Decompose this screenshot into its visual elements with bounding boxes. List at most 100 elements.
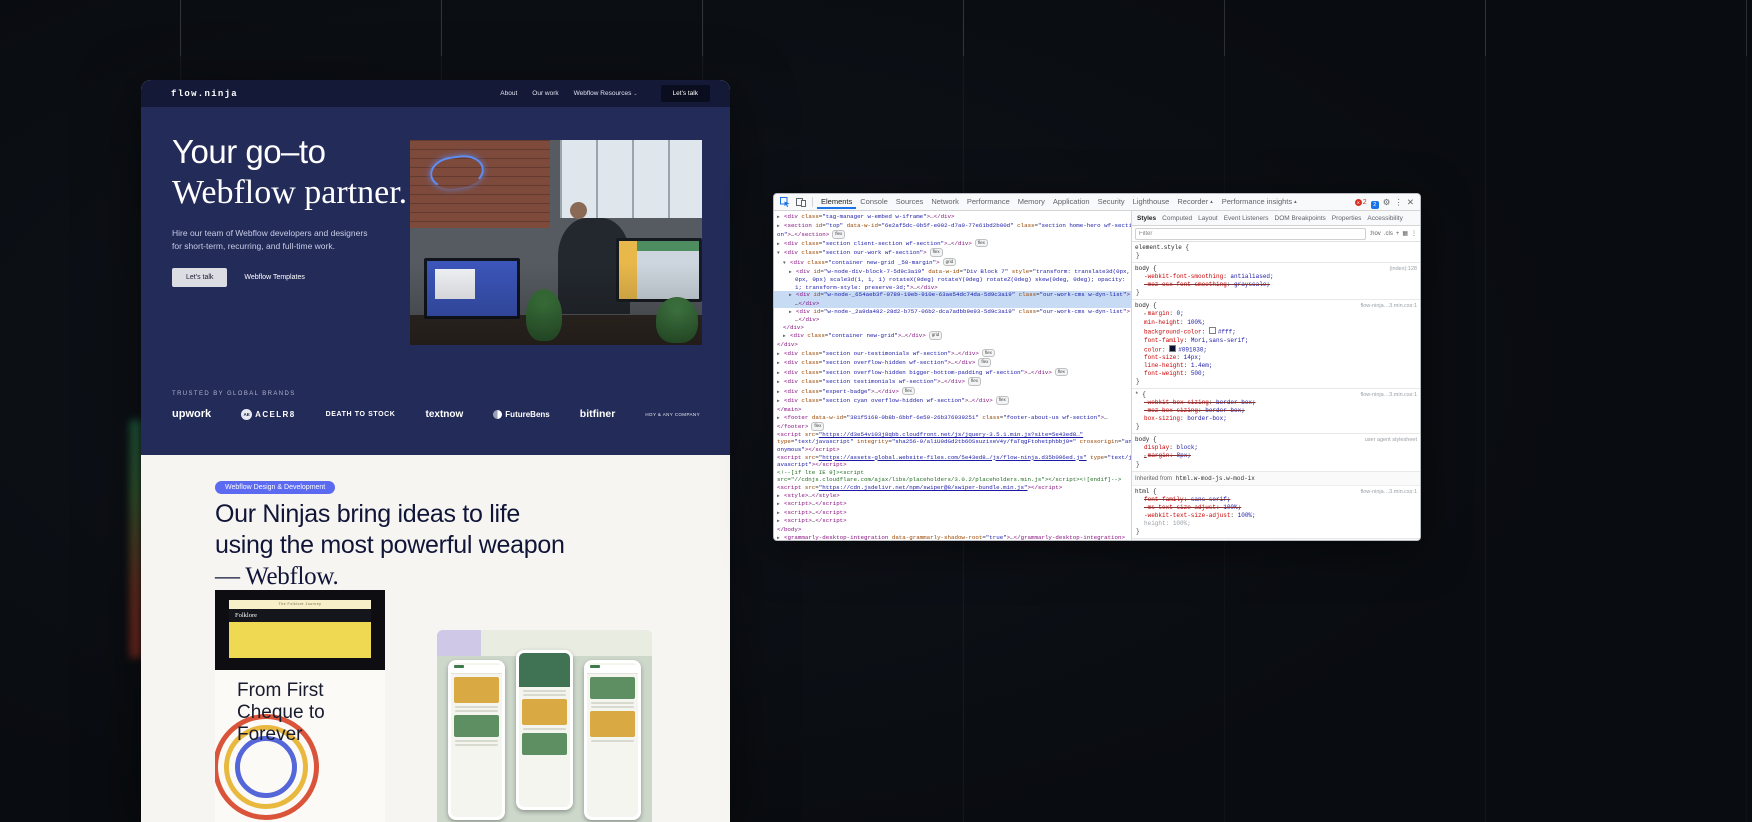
cls-toggle[interactable]: .cls <box>1384 231 1393 237</box>
dom-tree-row[interactable]: …</div> <box>774 299 1131 308</box>
color-swatch[interactable] <box>1169 344 1177 352</box>
layout-badge[interactable]: flex <box>995 396 1009 405</box>
css-source-link[interactable]: flow-ninja…3.min.css:1 <box>1360 391 1417 399</box>
nav-lets-talk-button[interactable]: Let's talk <box>660 85 710 102</box>
dom-tree-row[interactable]: 1; transform-style: preserve-3d;">…</div… <box>774 284 1131 292</box>
tab-console[interactable]: Console <box>856 195 892 209</box>
resource-link[interactable]: "https://d3e54v103j8qbb.cloudfront.net/j… <box>819 431 1083 438</box>
device-toolbar-icon[interactable] <box>794 195 808 209</box>
dom-tree-row[interactable]: ▶ <div class="section client-section wf-s… <box>774 238 1131 249</box>
expand-arrow-icon[interactable]: ▶ <box>777 370 784 378</box>
expand-arrow-icon[interactable]: ▶ <box>777 493 784 501</box>
resource-link[interactable]: "https://assets-global.website-files.com… <box>819 454 1087 461</box>
nav-our-work[interactable]: Our work <box>532 90 558 97</box>
expand-arrow-icon[interactable]: ▼ <box>783 260 790 268</box>
dom-tree-row[interactable]: </div> <box>774 324 1131 332</box>
css-property[interactable]: color: #091030; <box>1135 344 1417 355</box>
shorthand-arrow-icon[interactable]: ▸ <box>1144 454 1147 459</box>
nav-about[interactable]: About <box>500 90 517 97</box>
dom-tree-row[interactable]: ▶ <div class="section our-testimonials wf… <box>774 348 1131 359</box>
dom-tree-row[interactable]: ▶ <div class="section overflow-hidden big… <box>774 367 1131 378</box>
close-devtools-icon[interactable]: ✕ <box>1407 198 1414 207</box>
css-property[interactable]: ▸margin: 0; <box>1135 310 1417 319</box>
expand-arrow-icon[interactable]: ▶ <box>777 398 784 406</box>
expand-arrow-icon[interactable]: ▶ <box>777 223 784 231</box>
layout-badge[interactable]: flex <box>967 377 981 386</box>
styles-filter-input[interactable] <box>1135 227 1367 240</box>
dom-tree-row[interactable]: </div> <box>774 341 1131 349</box>
css-property[interactable]: box-sizing: border-box; <box>1135 415 1417 423</box>
expand-arrow-icon[interactable]: ▼ <box>777 250 784 258</box>
dom-tree-row[interactable]: ▶ <div id="w-node-_2a9da482-28d2-b757-06b… <box>774 308 1131 317</box>
layout-badge[interactable]: flex <box>978 358 992 367</box>
inspect-element-icon[interactable] <box>778 195 792 209</box>
expand-arrow-icon[interactable]: ▶ <box>777 501 784 509</box>
css-source-link[interactable]: flow-ninja…3.min.css:1 <box>1360 302 1417 310</box>
dom-tree-row[interactable]: ▶ <div class="tag-manager w-embed w-ifram… <box>774 213 1131 222</box>
hero-lets-talk-button[interactable]: Let's talk <box>172 268 228 287</box>
expand-arrow-icon[interactable]: ▶ <box>777 510 784 518</box>
sidebar-tab-dom-breakpoints[interactable]: DOM Breakpoints <box>1272 213 1329 224</box>
tab-lighthouse[interactable]: Lighthouse <box>1129 195 1174 209</box>
new-style-rule-icon[interactable]: + <box>1396 231 1400 237</box>
dom-tree-row[interactable]: …</div> <box>774 316 1131 324</box>
expand-arrow-icon[interactable]: ▶ <box>777 535 784 540</box>
css-selector[interactable]: * { <box>1135 391 1146 399</box>
css-property[interactable]: display: block; <box>1135 444 1417 452</box>
dom-tree-row[interactable]: ▶ <div class="container new-grid">…</div>… <box>774 331 1131 341</box>
tab-application[interactable]: Application <box>1049 195 1094 209</box>
tab-security[interactable]: Security <box>1094 195 1129 209</box>
hero-webflow-templates-link[interactable]: Webflow Templates <box>244 274 304 281</box>
dom-tree-row[interactable]: ▶ <style>…</style> <box>774 492 1131 501</box>
dom-tree-row[interactable]: type="text/javascript" integrity="sha256… <box>774 438 1131 446</box>
sidebar-tab-properties[interactable]: Properties <box>1329 213 1365 224</box>
dom-tree-row[interactable]: ▶ <div class="section overflow-hidden wf-… <box>774 358 1131 368</box>
dom-tree-row[interactable]: ▶ <div class="expert-badge">…</div> flex <box>774 386 1131 397</box>
resource-link[interactable]: "https://cdn.jsdelivr.net/npm/swiper@8/s… <box>819 484 1028 491</box>
css-property[interactable]: ▸margin: 8px; <box>1135 452 1417 461</box>
css-property[interactable]: height: 100%; <box>1135 520 1417 528</box>
portfolio-card-mobile[interactable] <box>437 630 652 822</box>
expand-arrow-icon[interactable]: ▶ <box>777 360 784 368</box>
dom-tree-row[interactable]: on">…</section> flex <box>774 230 1131 239</box>
css-property[interactable]: -ms-text-size-adjust: 100%; <box>1135 504 1417 512</box>
css-property[interactable]: -webkit-font-smoothing: antialiased; <box>1135 273 1417 281</box>
shorthand-arrow-icon[interactable]: ▸ <box>1144 312 1147 317</box>
layout-badge[interactable]: grid <box>928 331 943 340</box>
sidebar-tab-accessibility[interactable]: Accessibility <box>1364 213 1405 224</box>
css-property[interactable]: background-color: #fff; <box>1135 327 1417 337</box>
expand-arrow-icon[interactable]: ▶ <box>789 292 796 300</box>
tab-recorder[interactable]: Recorder▲ <box>1173 195 1217 209</box>
layout-badge[interactable]: flex <box>929 248 943 257</box>
color-swatch[interactable] <box>1208 327 1216 334</box>
expand-arrow-icon[interactable]: ▶ <box>777 389 784 397</box>
sidebar-tab-layout[interactable]: Layout <box>1195 213 1221 224</box>
tab-elements[interactable]: Elements <box>817 195 857 209</box>
expand-arrow-icon[interactable]: ▶ <box>777 214 784 222</box>
sidebar-tab-event-listeners[interactable]: Event Listeners <box>1221 213 1272 224</box>
css-selector[interactable]: body { <box>1135 265 1157 273</box>
css-property[interactable]: -moz-box-sizing: border-box; <box>1135 407 1417 415</box>
dom-tree-row[interactable]: <script src="https://cdn.jsdelivr.net/np… <box>774 484 1131 492</box>
hov-toggle[interactable]: :hov <box>1369 231 1380 237</box>
dom-tree-row[interactable]: </main> <box>774 406 1131 414</box>
expand-arrow-icon[interactable]: ▶ <box>777 415 784 423</box>
dom-tree-row[interactable]: 0px, 0px) scale3d(1, 1, 1) rotateX(0deg)… <box>774 276 1131 284</box>
issues-count-badge[interactable]: 2 <box>1370 194 1379 211</box>
dom-tree-row[interactable]: </footer> flex <box>774 422 1131 431</box>
error-count-badge[interactable]: ✕ 2 <box>1354 198 1367 206</box>
expand-arrow-icon[interactable]: ▶ <box>777 518 784 526</box>
dom-tree-row[interactable]: ▶ <section id="top" data-w-id="6e2af5dc-0… <box>774 222 1131 231</box>
css-source-link[interactable]: user agent stylesheet <box>1365 436 1417 444</box>
dom-tree-row[interactable]: ▶ <script>…</script> <box>774 500 1131 509</box>
portfolio-card-folklore[interactable]: The Folklore Journey Folklore From First… <box>215 590 385 822</box>
dom-tree-row[interactable]: ▼ <div class="container new-grid _50-marg… <box>774 257 1131 268</box>
sidebar-tab-styles[interactable]: Styles <box>1134 213 1159 224</box>
inherited-element-ref[interactable]: html.w-mod-js.w-mod-ix <box>1176 475 1255 482</box>
css-property[interactable]: -webkit-text-size-adjust: 100%; <box>1135 512 1417 520</box>
dom-tree-row[interactable]: <!--[if lte IE 9]><script <box>774 469 1131 477</box>
css-property[interactable]: line-height: 1.4em; <box>1135 362 1417 370</box>
tab-memory[interactable]: Memory <box>1014 195 1049 209</box>
css-property[interactable]: font-family: sans-serif; <box>1135 496 1417 504</box>
dom-tree-row[interactable]: ▼ <div class="section our-work wf-section… <box>774 248 1131 258</box>
